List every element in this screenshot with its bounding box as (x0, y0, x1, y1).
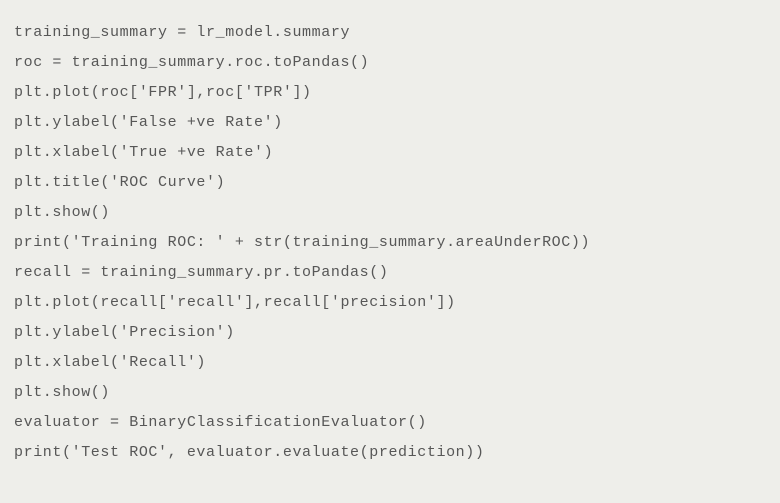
code-line: plt.ylabel('False +ve Rate') (14, 108, 766, 138)
code-line: print('Test ROC', evaluator.evaluate(pre… (14, 438, 766, 468)
code-line: plt.ylabel('Precision') (14, 318, 766, 348)
code-block: training_summary = lr_model.summary roc … (0, 0, 780, 478)
code-line: plt.plot(recall['recall'],recall['precis… (14, 288, 766, 318)
code-line: evaluator = BinaryClassificationEvaluato… (14, 408, 766, 438)
code-line: plt.xlabel('True +ve Rate') (14, 138, 766, 168)
code-line: training_summary = lr_model.summary (14, 18, 766, 48)
code-line: plt.show() (14, 378, 766, 408)
code-line: print('Training ROC: ' + str(training_su… (14, 228, 766, 258)
code-line: plt.title('ROC Curve') (14, 168, 766, 198)
code-line: recall = training_summary.pr.toPandas() (14, 258, 766, 288)
code-line: plt.show() (14, 198, 766, 228)
code-line: roc = training_summary.roc.toPandas() (14, 48, 766, 78)
code-line: plt.xlabel('Recall') (14, 348, 766, 378)
code-line: plt.plot(roc['FPR'],roc['TPR']) (14, 78, 766, 108)
